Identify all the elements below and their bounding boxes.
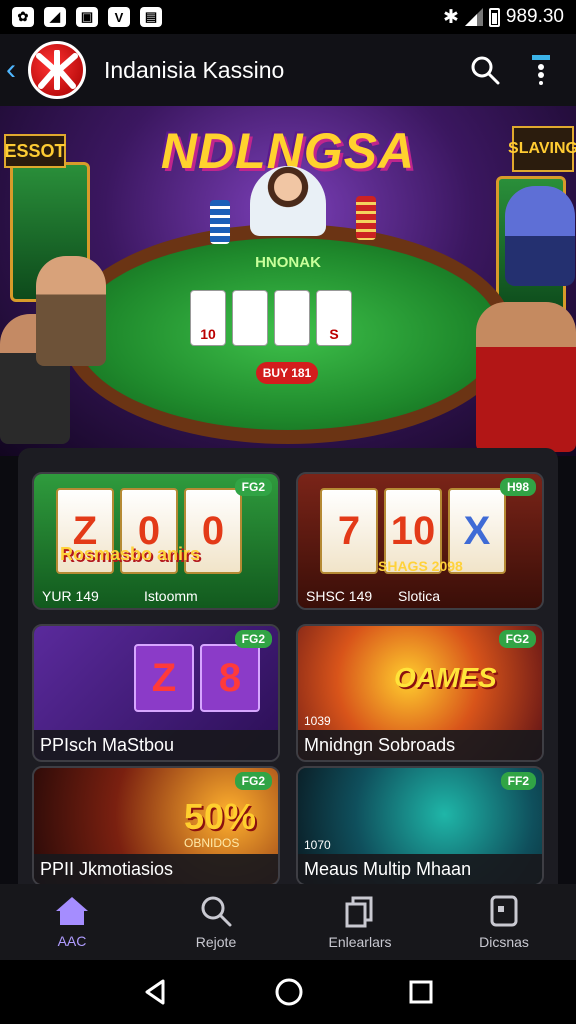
nav-item-library[interactable]: Enlearlars [288, 884, 432, 960]
game-tile[interactable]: Z 0 0 Rosmasbo anirs FG2 YUR 149 Istoomm [32, 472, 280, 610]
game-badge: FG2 [234, 478, 272, 496]
search-icon[interactable] [470, 55, 500, 85]
status-icons-left: ✿ ◢ ▣ V ▤ [12, 7, 162, 27]
copy-icon [345, 896, 373, 928]
status-icons-right: ✱ 989.30 [443, 6, 564, 29]
game-title: Mnidngn Sobroads [298, 730, 542, 760]
game-art-title: Rosmasbo anirs [60, 544, 201, 564]
nav-item-home[interactable]: AAC [0, 884, 144, 960]
slot-reel: 8 [200, 644, 260, 712]
wolf-mascot [505, 186, 575, 286]
game-subtitle: 1039 [304, 714, 331, 728]
status-bar: ✿ ◢ ▣ V ▤ ✱ 989.30 [0, 0, 576, 34]
game-tile[interactable]: FF2 1070 Meaus Multip Mhaan [296, 766, 544, 886]
app-logo[interactable] [28, 41, 86, 99]
game-title: PPIsch MaStbou [34, 730, 278, 760]
game-badge: FG2 [234, 630, 272, 648]
playing-card [232, 290, 268, 346]
player-figure [476, 302, 576, 452]
slot-reel: 7 [320, 488, 378, 574]
game-badge: FF2 [500, 772, 536, 790]
game-caption-right: Istoomm [144, 588, 198, 604]
more-options-icon[interactable] [530, 55, 552, 85]
back-icon[interactable] [141, 977, 171, 1007]
hero-banner[interactable]: ESSOT SLAVING NDLNGSA HNONAK 10 S BUY 18… [0, 106, 576, 456]
app-title: Indanisia Kassino [104, 56, 285, 83]
player-figure [36, 256, 106, 366]
game-badge: FG2 [498, 630, 536, 648]
search-icon [201, 896, 232, 927]
game-title: Meaus Multip Mhaan [298, 854, 542, 884]
game-caption-left: YUR 149 [42, 588, 99, 604]
home-circle-icon[interactable] [274, 977, 304, 1007]
game-tile[interactable]: OAMES FG2 1039 Mnidngn Sobroads [296, 624, 544, 762]
system-nav-bar [0, 960, 576, 1024]
battery-icon [488, 7, 500, 27]
table-label: HNONAK [255, 254, 321, 271]
nav-label: Enlearlars [328, 934, 392, 950]
signal-icon [464, 8, 483, 26]
game-badge: H98 [499, 478, 536, 496]
game-tile[interactable]: 7 10 X SHAGS 2098 H98 SHSC 149 Slotica [296, 472, 544, 610]
app-bar-actions [470, 55, 552, 85]
notification-icon: ✿ [12, 7, 34, 27]
game-title: PPII Jkmotiasios [34, 854, 278, 884]
bet-button[interactable]: BUY 181 [256, 362, 318, 384]
chip-stack [210, 200, 230, 244]
tablet-icon [490, 895, 518, 927]
game-art-title: SHAGS 2098 [378, 558, 463, 574]
home-icon [56, 897, 88, 925]
game-tile[interactable]: 50% OBNIDOS FG2 PPII Jkmotiasios [32, 766, 280, 886]
card-row: 10 S [190, 290, 352, 346]
game-caption-left: SHSC 149 [306, 588, 373, 604]
playing-card: 10 [190, 290, 226, 346]
nav-item-search[interactable]: Rejote [144, 884, 288, 960]
star-logo-icon [36, 50, 78, 90]
game-subtitle: 1070 [304, 838, 331, 852]
nav-label: Dicsnas [479, 934, 529, 950]
nav-item-devices[interactable]: Dicsnas [432, 884, 576, 960]
playing-card: S [316, 290, 352, 346]
recents-icon[interactable] [407, 978, 435, 1006]
app-bar: ‹ Indanisia Kassino [0, 34, 576, 106]
bluetooth-icon: ✱ [442, 6, 459, 28]
game-caption-right: Slotica [398, 588, 441, 604]
message-icon: ▣ [76, 7, 98, 27]
playing-card [274, 290, 310, 346]
mail-icon: ▤ [140, 7, 162, 27]
chip-stack [356, 196, 376, 240]
app-icon: ◢ [44, 7, 66, 27]
game-art-title: 50% [184, 796, 257, 837]
game-tile[interactable]: Z 8 FG2 PPIsch MaStbou [32, 624, 280, 762]
nav-label: Rejote [195, 934, 237, 950]
game-grid: Z 0 0 Rosmasbo anirs FG2 YUR 149 Istoomm… [18, 448, 558, 886]
game-badge: FG2 [234, 772, 272, 790]
slot-reel: Z [134, 644, 194, 712]
nav-label: AAC [57, 933, 87, 949]
game-art-subtitle: OBNIDOS [184, 836, 240, 850]
bottom-nav: AAC Rejote Enlearlars Dicsnas [0, 884, 576, 960]
vpn-icon: V [108, 7, 130, 27]
clock: 989.30 [505, 6, 564, 27]
game-art-title: OAMES [394, 662, 497, 693]
dealer-figure [250, 166, 326, 236]
back-arrow-icon[interactable]: ‹ [6, 53, 30, 87]
